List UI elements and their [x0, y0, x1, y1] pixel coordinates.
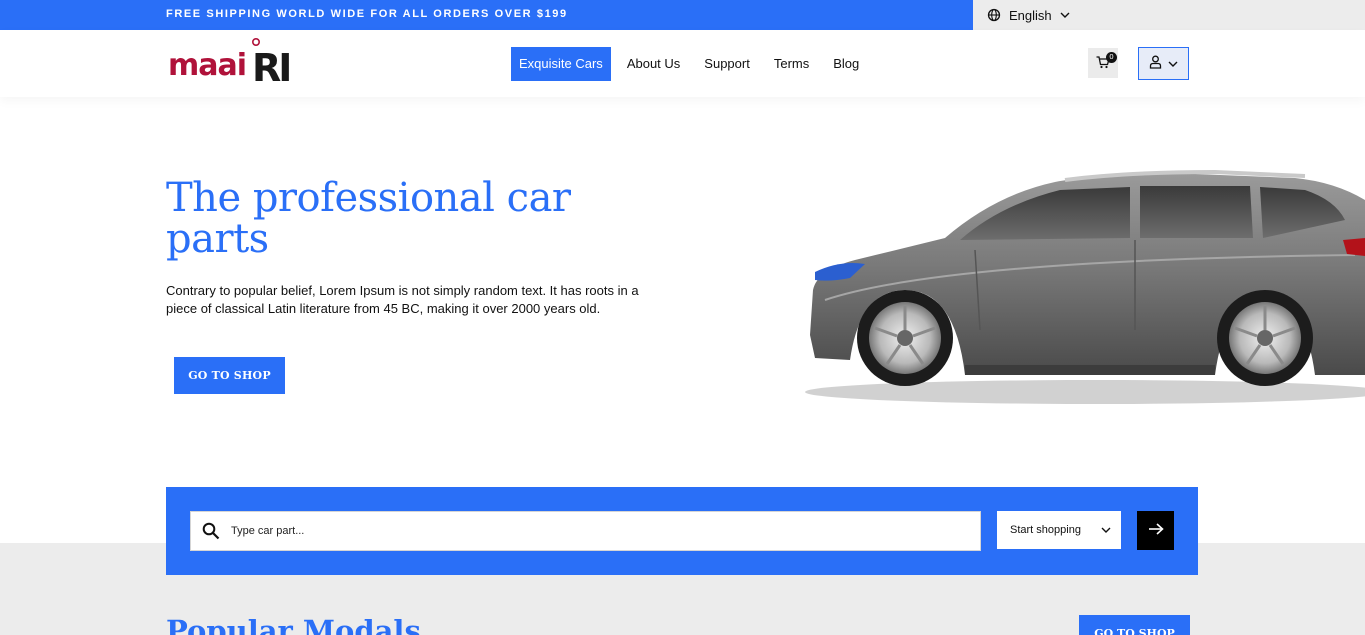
language-selector[interactable]: English [973, 0, 1365, 30]
user-icon [1149, 54, 1162, 73]
car-image [805, 169, 1365, 404]
search-panel: Start shopping [166, 487, 1198, 575]
search-input[interactable] [231, 525, 931, 537]
arrow-right-icon [1148, 523, 1164, 538]
search-box [190, 511, 981, 551]
nav-about-us[interactable]: About Us [619, 47, 688, 81]
cart-count-badge: 0 [1106, 52, 1117, 63]
main-nav: Exquisite Cars About Us Support Terms Bl… [511, 47, 875, 81]
header: maai RI Exquisite Cars About Us Support … [0, 30, 1365, 97]
nav-blog[interactable]: Blog [825, 47, 867, 81]
category-select[interactable]: Start shopping [997, 511, 1121, 549]
go-to-shop-button[interactable]: GO TO SHOP [174, 357, 285, 394]
cart-button[interactable]: 0 [1088, 48, 1118, 78]
search-icon [202, 522, 220, 540]
search-submit-button[interactable] [1137, 511, 1174, 550]
top-bar: FREE SHIPPING WORLD WIDE FOR ALL ORDERS … [0, 0, 1365, 30]
nav-terms[interactable]: Terms [766, 47, 817, 81]
chevron-down-icon [1101, 525, 1111, 535]
chevron-down-icon [1168, 54, 1178, 73]
nav-support[interactable]: Support [696, 47, 758, 81]
popular-models-title: Popular Modals [166, 614, 421, 635]
hero-title: The professional car parts [166, 175, 571, 262]
language-label: English [1009, 7, 1052, 23]
chevron-down-icon [1060, 10, 1070, 20]
svg-text:RI: RI [252, 46, 289, 90]
user-menu-button[interactable] [1138, 47, 1189, 80]
category-select-value: Start shopping [1010, 524, 1081, 536]
logo[interactable]: maai RI [168, 34, 308, 90]
popular-go-to-shop-button[interactable]: GO TO SHOP [1079, 615, 1190, 635]
promo-text: FREE SHIPPING WORLD WIDE FOR ALL ORDERS … [166, 8, 568, 20]
hero-description: Contrary to popular belief, Lorem Ipsum … [166, 283, 639, 316]
globe-icon [987, 8, 1001, 22]
nav-exquisite-cars[interactable]: Exquisite Cars [511, 47, 611, 81]
svg-text:maai: maai [168, 48, 246, 83]
